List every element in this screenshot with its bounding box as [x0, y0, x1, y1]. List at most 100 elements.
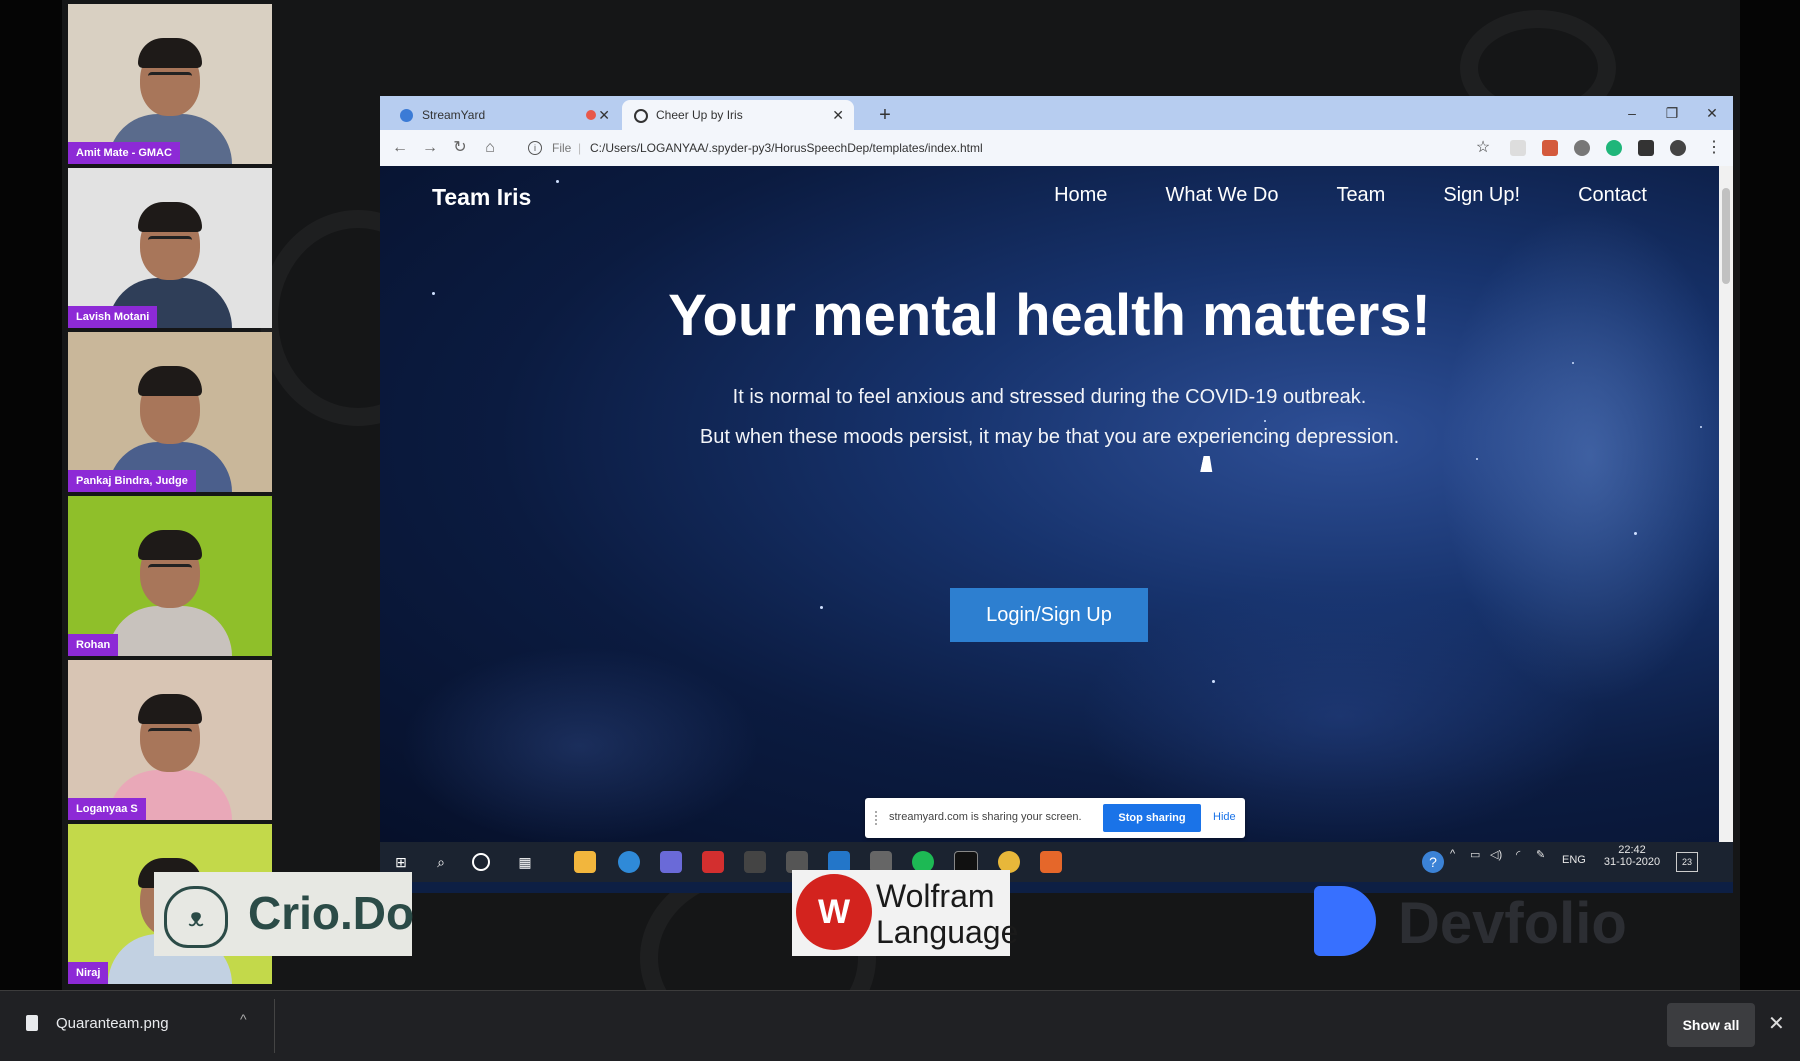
devfolio-icon [1314, 886, 1376, 956]
site-nav: Home What We Do Team Sign Up! Contact [1054, 184, 1647, 207]
show-all-button[interactable]: Show all [1667, 1003, 1755, 1047]
tab-cheer-up[interactable]: Cheer Up by Iris ✕ [622, 100, 854, 130]
volume-icon[interactable]: ◁) [1490, 848, 1502, 861]
participant-tile[interactable]: Amit Mate - GMAC [68, 4, 272, 164]
hero-subtitle-line: But when these moods persist, it may be … [699, 426, 1400, 448]
shelf-divider [274, 999, 275, 1053]
tray-chevron-icon[interactable]: ^ [1450, 848, 1455, 860]
stop-sharing-button[interactable]: Stop sharing [1103, 804, 1201, 832]
devfolio-logo: Devfolio [1314, 882, 1654, 958]
address-url[interactable]: C:/Users/LOGANYAA/.spyder-py3/HorusSpeec… [590, 134, 983, 162]
puzzle-icon[interactable] [1638, 140, 1654, 156]
tab-label: Cheer Up by Iris [656, 108, 743, 122]
star-decoration [556, 180, 559, 183]
star-decoration [820, 606, 823, 609]
tab-close-icon[interactable]: ✕ [598, 100, 610, 130]
scrollbar-thumb[interactable] [1722, 188, 1730, 284]
nav-team[interactable]: Team [1336, 184, 1385, 207]
edge-icon[interactable] [618, 851, 640, 873]
site-brand[interactable]: Team Iris [432, 184, 531, 211]
home-button[interactable]: ⌂ [478, 136, 502, 160]
search-icon[interactable]: ⌕ [430, 851, 452, 873]
file-explorer-icon[interactable] [574, 851, 596, 873]
notification-center-icon[interactable]: 23 [1676, 852, 1698, 872]
streamyard-favicon-icon [400, 109, 413, 122]
devfolio-wordmark: Devfolio [1398, 891, 1627, 956]
star-decoration [1572, 362, 1574, 364]
cortana-icon[interactable] [472, 853, 490, 871]
forward-button[interactable]: → [418, 136, 442, 160]
participant-name: Lavish Motani [68, 306, 158, 328]
wolf-icon: W [796, 874, 872, 950]
crio-mascot-icon: ᴥ [164, 886, 228, 948]
address-bar[interactable]: i File | C:/Users/LOGANYAA/.spyder-py3/H… [520, 134, 1570, 162]
extension-icon[interactable] [1510, 140, 1526, 156]
participant-tile[interactable]: Rohan [68, 496, 272, 656]
tab-close-icon[interactable]: ✕ [832, 100, 844, 130]
download-file-name[interactable]: Quaranteam.png [56, 1015, 169, 1032]
help-icon[interactable]: ? [1422, 851, 1444, 873]
login-signup-button[interactable]: Login/Sign Up [950, 588, 1148, 642]
app-icon[interactable] [744, 851, 766, 873]
hide-button[interactable]: Hide [1213, 811, 1236, 823]
close-icon[interactable]: ✕ [1768, 1011, 1785, 1036]
chevron-up-icon[interactable]: ^ [240, 1011, 247, 1027]
participant-tile[interactable]: Loganyaa S [68, 660, 272, 820]
extension-icon[interactable] [1542, 140, 1558, 156]
reload-button[interactable]: ↻ [448, 136, 472, 160]
app-icon[interactable] [660, 851, 682, 873]
profile-avatar-icon[interactable] [1670, 140, 1686, 156]
participant-name: Niraj [68, 962, 109, 984]
nav-what-we-do[interactable]: What We Do [1165, 184, 1278, 207]
wolfram-wordmark-line1: Wolfram [876, 878, 995, 914]
windows-start-icon[interactable]: ⊞ [390, 851, 412, 873]
participant-tile[interactable]: Lavish Motani [68, 168, 272, 328]
nav-contact[interactable]: Contact [1578, 184, 1647, 207]
browser-menu-icon[interactable]: ⋮ [1702, 136, 1726, 160]
star-decoration [1634, 532, 1637, 535]
notification-count: 23 [1681, 857, 1692, 867]
restore-button[interactable]: ❐ [1652, 98, 1692, 128]
nav-sign-up[interactable]: Sign Up! [1443, 184, 1520, 207]
share-message: streamyard.com is sharing your screen. [889, 811, 1082, 823]
participant-name: Amit Mate - GMAC [68, 142, 180, 164]
participant-hair [138, 530, 202, 560]
wifi-icon[interactable]: ◜ [1516, 848, 1520, 861]
pen-icon[interactable]: ✎ [1536, 848, 1545, 861]
back-button[interactable]: ← [388, 136, 412, 160]
tab-streamyard[interactable]: StreamYard ✕ [388, 100, 620, 130]
app-icon[interactable] [1040, 851, 1062, 873]
wolfram-wordmark-line2: Language [876, 914, 1019, 950]
close-window-button[interactable]: ✕ [1692, 98, 1732, 128]
info-icon[interactable]: i [528, 141, 542, 155]
drag-handle-icon[interactable] [875, 811, 881, 825]
language-indicator[interactable]: ENG [1562, 854, 1586, 866]
address-scheme: File [552, 141, 572, 155]
participant-tile[interactable]: Pankaj Bindra, Judge [68, 332, 272, 492]
minimize-button[interactable]: – [1612, 98, 1652, 128]
wolfram-logo: W Wolfram Language [792, 870, 1018, 956]
browser-toolbar: ← → ↻ ⌂ i File | C:/Users/LOGANYAA/.spyd… [380, 130, 1733, 166]
recording-indicator-icon [586, 110, 596, 120]
app-icon[interactable] [702, 851, 724, 873]
shared-browser-window: StreamYard ✕ Cheer Up by Iris ✕ + – ❐ ✕ … [380, 96, 1733, 893]
star-decoration [1212, 680, 1215, 683]
new-tab-button[interactable]: + [870, 100, 900, 130]
address-separator: | [578, 141, 582, 155]
nebula-glow [400, 646, 760, 842]
participant-glasses [148, 728, 192, 741]
star-decoration [1264, 420, 1266, 422]
participant-glasses [148, 72, 192, 85]
clock[interactable]: 22:42 31-10-2020 [1602, 844, 1662, 868]
participant-hair [138, 202, 202, 232]
tab-label: StreamYard [422, 108, 486, 122]
bookmark-star-icon[interactable]: ☆ [1471, 136, 1495, 160]
participant-name: Rohan [68, 634, 119, 656]
battery-icon[interactable]: ▭ [1470, 848, 1480, 861]
clock-date: 31-10-2020 [1603, 856, 1661, 868]
extension-icon[interactable] [1574, 140, 1590, 156]
task-view-icon[interactable]: ▦ [514, 851, 536, 873]
page-scrollbar[interactable] [1719, 166, 1733, 842]
grammarly-icon[interactable] [1606, 140, 1622, 156]
nav-home[interactable]: Home [1054, 184, 1107, 207]
